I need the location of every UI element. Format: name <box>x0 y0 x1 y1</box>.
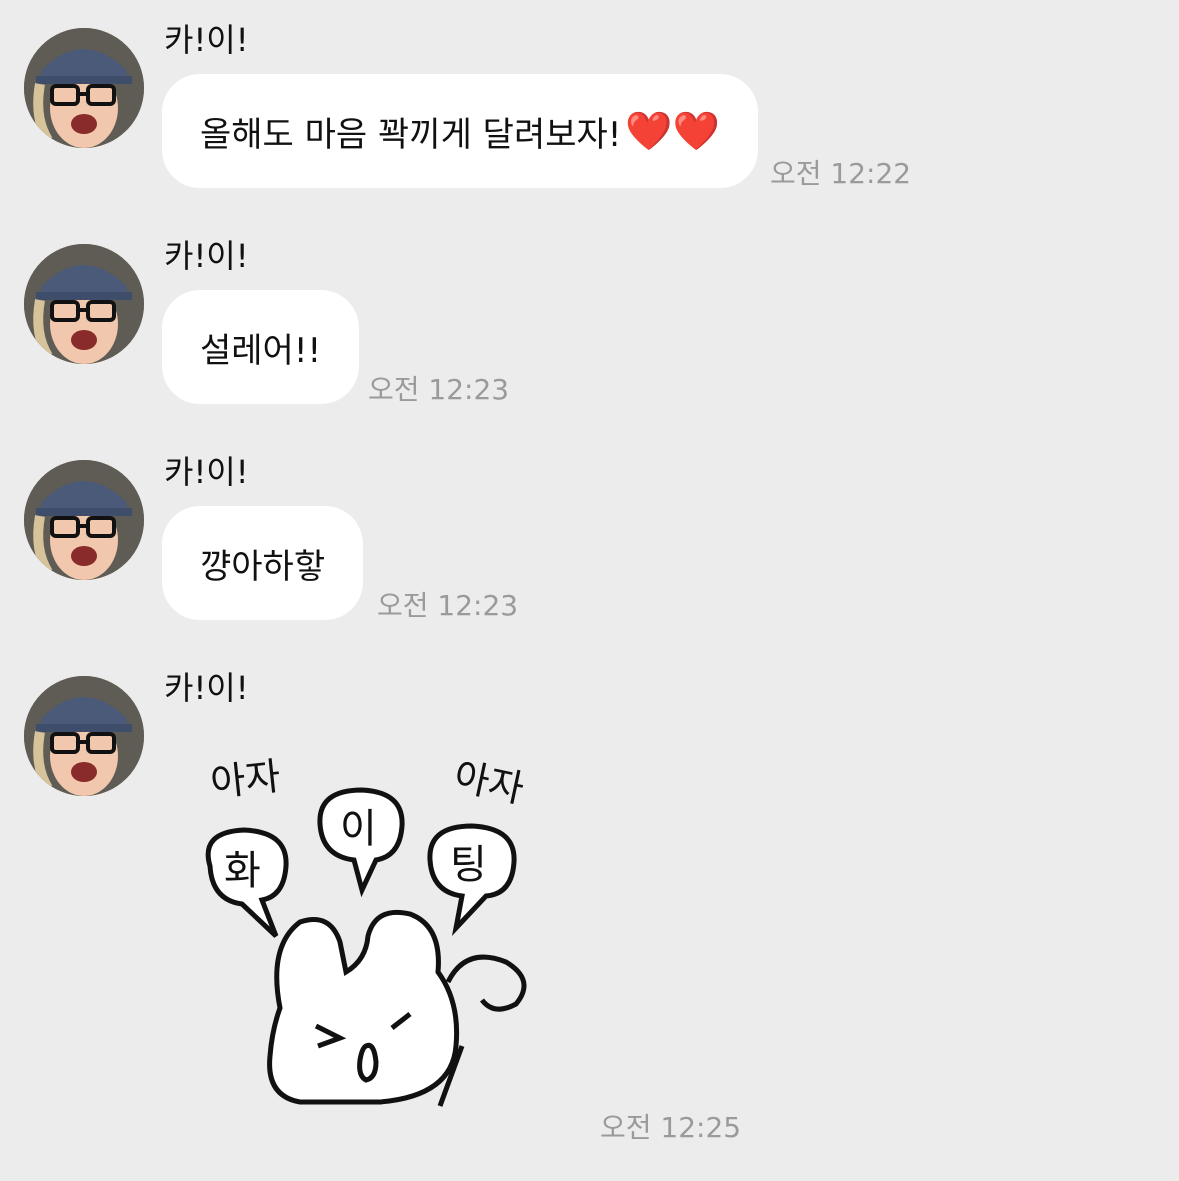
sender-name: 카!이! <box>164 453 249 491</box>
sticker-word-left: 아자 <box>208 754 282 805</box>
message-timestamp: 오전 12:25 <box>600 1111 742 1144</box>
avatar[interactable] <box>24 28 144 148</box>
message-bubble[interactable]: 설레어!! <box>162 290 360 404</box>
avatar-photo-icon <box>24 460 144 580</box>
message-timestamp: 오전 12:22 <box>770 157 912 190</box>
sticker-word-right: 아자 <box>450 754 528 812</box>
message-text: 꺙아하핳 <box>200 546 326 587</box>
message-bubble[interactable]: 올해도 마음 꽉끼게 달려보자! ❤️❤️ <box>162 74 759 188</box>
heart-emoji-icon: ❤️❤️ <box>625 108 721 153</box>
bunny-sticker-icon[interactable]: 아자 아자 화 이 팅 <box>190 746 550 1116</box>
message-timestamp: 오전 12:23 <box>377 589 519 622</box>
avatar-photo-icon <box>24 676 144 796</box>
sender-name: 카!이! <box>164 237 249 275</box>
sticker-bubble-text: 이 <box>340 806 377 852</box>
message-text: 설레어!! <box>200 330 322 371</box>
sender-name: 카!이! <box>164 21 249 59</box>
avatar-photo-icon <box>24 244 144 364</box>
avatar[interactable] <box>24 676 144 796</box>
sticker-bubble-text: 화 <box>224 848 261 894</box>
sender-name: 카!이! <box>164 669 249 707</box>
avatar[interactable] <box>24 244 144 364</box>
message-timestamp: 오전 12:23 <box>368 373 510 406</box>
message-text: 올해도 마음 꽉끼게 달려보자! <box>200 114 622 155</box>
avatar[interactable] <box>24 460 144 580</box>
avatar-photo-icon <box>24 28 144 148</box>
message-bubble[interactable]: 꺙아하핳 <box>162 506 364 620</box>
sticker-bubble-text: 팅 <box>450 842 487 888</box>
